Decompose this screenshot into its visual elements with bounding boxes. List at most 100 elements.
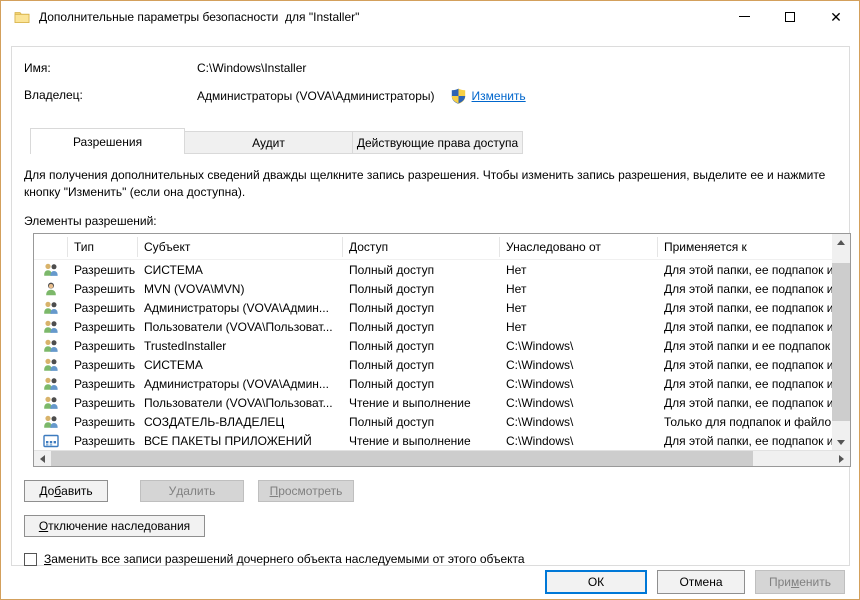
single-user-icon [43,281,59,297]
cell-applies: Для этой папки, ее подпапок и файлов [658,282,834,296]
change-owner-link[interactable]: Изменить [472,89,526,103]
table-row[interactable]: Разрешить Пользователи (VOVA\Пользоват..… [34,317,850,336]
cell-type: Разрешить [68,377,138,391]
scroll-right-icon [839,455,844,463]
vertical-scrollbar[interactable] [832,234,850,451]
cell-access: Полный доступ [343,377,500,391]
cell-applies: Только для подпапок и файлов [658,415,834,429]
cell-access: Полный доступ [343,339,500,353]
cell-inherited: C:\Windows\ [500,415,658,429]
apply-button[interactable]: Применить [755,570,845,594]
window-title: Дополнительные параметры безопасности дл… [39,10,359,24]
cell-applies: Для этой папки, ее подпапок и файлов [658,377,834,391]
replace-child-permissions-checkbox[interactable] [24,553,37,566]
two-users-icon [43,395,59,411]
close-button[interactable]: ✕ [813,1,859,32]
cell-access: Полный доступ [343,263,500,277]
permissions-list: Разрешить СИСТЕМА Полный доступ Нет Для … [34,260,850,450]
cell-applies: Для этой папки, ее подпапок и файлов [658,434,834,448]
tab-permissions[interactable]: Разрешения [30,128,185,154]
horizontal-scroll-thumb[interactable] [51,451,753,467]
table-row[interactable]: Разрешить Пользователи (VOVA\Пользоват..… [34,393,850,412]
cell-type: Разрешить [68,339,138,353]
cell-applies: Для этой папки, ее подпапок и файлов [658,358,834,372]
table-row[interactable]: Разрешить СИСТЕМА Полный доступ C:\Windo… [34,355,850,374]
cell-inherited: C:\Windows\ [500,377,658,391]
cell-access: Полный доступ [343,415,500,429]
minimize-button[interactable] [721,1,767,32]
cell-type: Разрешить [68,320,138,334]
header-type[interactable]: Тип [68,237,138,257]
cell-type: Разрешить [68,301,138,315]
header-subject[interactable]: Субъект [138,237,343,257]
table-row[interactable]: Разрешить Администраторы (VOVA\Админ... … [34,298,850,317]
scroll-up-button[interactable] [832,234,850,251]
table-header: Тип Субъект Доступ Унаследовано от Приме… [34,234,850,260]
cell-subject: TrustedInstaller [138,339,343,353]
table-row[interactable]: Разрешить Администраторы (VOVA\Админ... … [34,374,850,393]
header-icon-column[interactable] [34,237,68,257]
cell-type: Разрешить [68,415,138,429]
tab-strip: Разрешения Аудит Действующие права досту… [30,128,849,154]
two-users-icon [43,414,59,430]
disable-inheritance-button[interactable]: Отключение наследования [24,515,205,537]
scroll-down-icon [837,440,845,445]
horizontal-scrollbar[interactable] [34,450,850,466]
scroll-left-button[interactable] [34,451,51,467]
two-users-icon [43,338,59,354]
table-row[interactable]: Разрешить СОЗДАТЕЛЬ-ВЛАДЕЛЕЦ Полный дост… [34,412,850,431]
content-panel: Имя: C:\Windows\Installer Владелец: Адми… [11,46,850,566]
tab-effective-access[interactable]: Действующие права доступа [353,131,523,154]
table-row[interactable]: Разрешить ВСЕ ПАКЕТЫ ПРИЛОЖЕНИЙ Чтение и… [34,431,850,450]
replace-child-permissions-label: Заменить все записи разрешений дочернего… [44,552,525,566]
table-row[interactable]: Разрешить TrustedInstaller Полный доступ… [34,336,850,355]
cell-access: Чтение и выполнение [343,434,500,448]
close-icon: ✕ [830,10,842,24]
two-users-icon [43,300,59,316]
maximize-button[interactable] [767,1,813,32]
cell-subject: Пользователи (VOVA\Пользоват... [138,320,343,334]
header-access[interactable]: Доступ [343,237,500,257]
cell-type: Разрешить [68,434,138,448]
scroll-down-button[interactable] [832,434,850,451]
cell-applies: Для этой папки, ее подпапок и файлов [658,320,834,334]
scroll-up-icon [837,240,845,245]
cell-inherited: Нет [500,263,658,277]
vertical-scroll-thumb[interactable] [832,263,850,421]
cell-access: Полный доступ [343,282,500,296]
cell-applies: Для этой папки, ее подпапок и файлов [658,301,834,315]
cancel-button[interactable]: Отмена [657,570,745,594]
cell-type: Разрешить [68,358,138,372]
cell-type: Разрешить [68,282,138,296]
header-inherited-from[interactable]: Унаследовано от [500,237,658,257]
remove-button[interactable]: Удалить [140,480,244,502]
dialog-footer: ОК Отмена Применить [545,570,845,594]
app-packages-icon [43,433,59,449]
cell-inherited: Нет [500,301,658,315]
cell-type: Разрешить [68,263,138,277]
ok-button[interactable]: ОК [545,570,647,594]
two-users-icon [43,262,59,278]
view-button[interactable]: Просмотреть [258,480,354,502]
uac-shield-icon [451,88,466,104]
cell-access: Полный доступ [343,358,500,372]
owner-value: Администраторы (VOVA\Администраторы) [197,89,435,103]
cell-inherited: C:\Windows\ [500,358,658,372]
cell-inherited: C:\Windows\ [500,339,658,353]
cell-subject: СИСТЕМА [138,263,343,277]
object-properties: Имя: C:\Windows\Installer Владелец: Адми… [12,47,849,115]
cell-subject: ВСЕ ПАКЕТЫ ПРИЛОЖЕНИЙ [138,434,343,448]
cell-subject: Пользователи (VOVA\Пользоват... [138,396,343,410]
cell-inherited: Нет [500,320,658,334]
cell-subject: СИСТЕМА [138,358,343,372]
scroll-right-button[interactable] [833,451,850,467]
name-label: Имя: [24,61,197,75]
cell-subject: Администраторы (VOVA\Админ... [138,377,343,391]
header-applies-to[interactable]: Применяется к [658,237,834,257]
two-users-icon [43,357,59,373]
tab-audit[interactable]: Аудит [185,131,353,154]
table-row[interactable]: Разрешить MVN (VOVA\MVN) Полный доступ Н… [34,279,850,298]
scroll-left-icon [40,455,45,463]
add-button[interactable]: Добавить [24,480,108,502]
table-row[interactable]: Разрешить СИСТЕМА Полный доступ Нет Для … [34,260,850,279]
